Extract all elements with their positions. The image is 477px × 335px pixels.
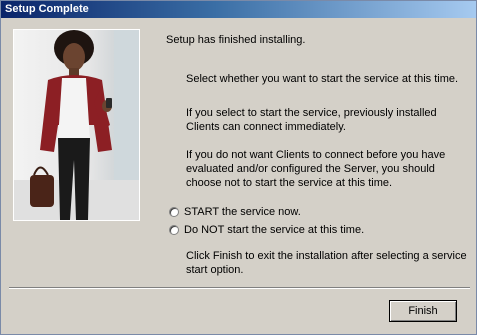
title-bar[interactable]: Setup Complete bbox=[1, 1, 476, 18]
do-not-start-service-radio[interactable] bbox=[169, 225, 179, 235]
select-prompt-text: Select whether you want to start the ser… bbox=[186, 73, 459, 85]
setup-finished-text: Setup has finished installing. bbox=[166, 34, 306, 46]
setup-complete-dialog: Setup Complete Setup has finished instal… bbox=[0, 0, 477, 335]
finish-button[interactable]: Finish bbox=[389, 300, 457, 322]
start-info-text: If you select to start the service, prev… bbox=[186, 107, 437, 133]
dont-start-info-text: If you do not want Clients to connect be… bbox=[186, 149, 446, 189]
woman-with-phone-photo bbox=[13, 29, 140, 221]
do-not-start-service-label[interactable]: Do NOT start the service at this time. bbox=[184, 224, 364, 236]
window-title: Setup Complete bbox=[5, 3, 89, 15]
do-not-start-service-option[interactable]: Do NOT start the service at this time. bbox=[169, 224, 364, 236]
finish-instructions-text: Click Finish to exit the installation af… bbox=[186, 250, 467, 276]
button-area-separator bbox=[9, 287, 470, 289]
start-service-radio[interactable] bbox=[169, 207, 179, 217]
start-service-option[interactable]: START the service now. bbox=[169, 206, 301, 218]
start-service-label[interactable]: START the service now. bbox=[184, 206, 301, 218]
